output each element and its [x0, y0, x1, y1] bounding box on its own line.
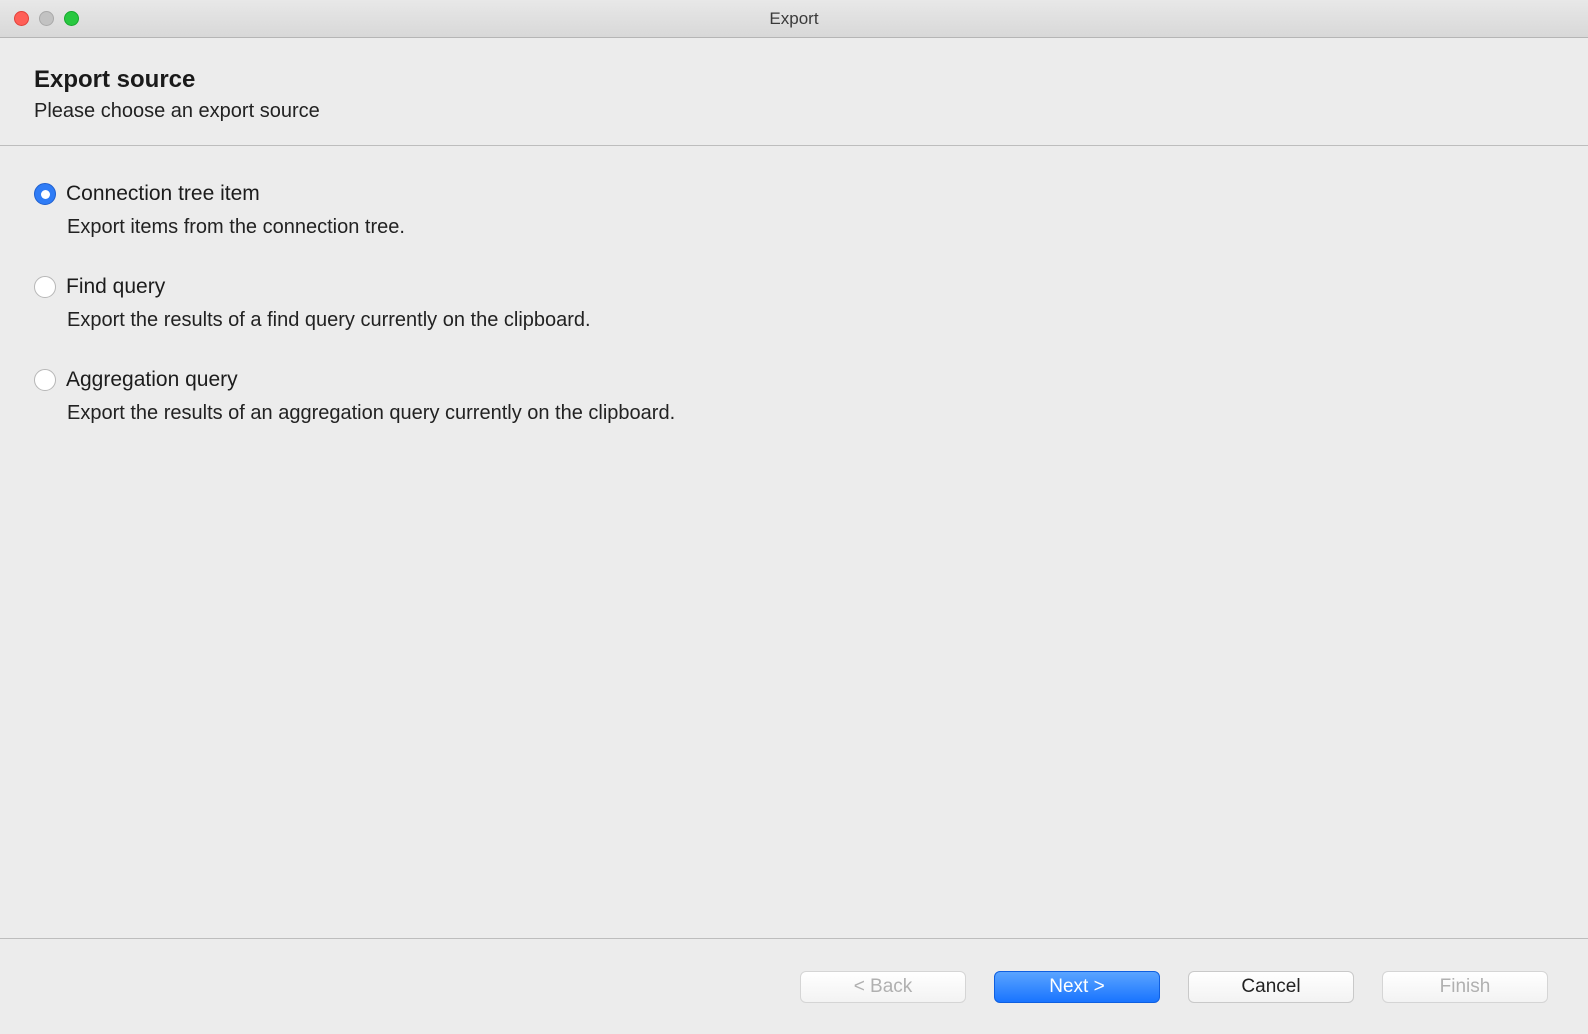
option-aggregation-query: Aggregation query Export the results of … [34, 368, 1554, 425]
window-title: Export [0, 9, 1588, 29]
option-label[interactable]: Aggregation query [66, 368, 238, 392]
wizard-body: Connection tree item Export items from t… [0, 146, 1588, 938]
page-title: Export source [34, 66, 1554, 94]
cancel-button[interactable]: Cancel [1188, 971, 1354, 1003]
titlebar: Export [0, 0, 1588, 38]
option-description: Export the results of a find query curre… [67, 309, 1554, 332]
wizard-header: Export source Please choose an export so… [0, 38, 1588, 146]
back-button: < Back [800, 971, 966, 1003]
radio-connection-tree-item[interactable] [34, 183, 56, 205]
next-button[interactable]: Next > [994, 971, 1160, 1003]
radio-aggregation-query[interactable] [34, 369, 56, 391]
option-description: Export items from the connection tree. [67, 216, 1554, 239]
finish-button: Finish [1382, 971, 1548, 1003]
option-description: Export the results of an aggregation que… [67, 402, 1554, 425]
page-subtitle: Please choose an export source [34, 100, 1554, 123]
option-connection-tree-item: Connection tree item Export items from t… [34, 182, 1554, 239]
option-label[interactable]: Connection tree item [66, 182, 260, 206]
wizard-footer: < Back Next > Cancel Finish [0, 938, 1588, 1034]
option-find-query: Find query Export the results of a find … [34, 275, 1554, 332]
radio-find-query[interactable] [34, 276, 56, 298]
option-label[interactable]: Find query [66, 275, 165, 299]
